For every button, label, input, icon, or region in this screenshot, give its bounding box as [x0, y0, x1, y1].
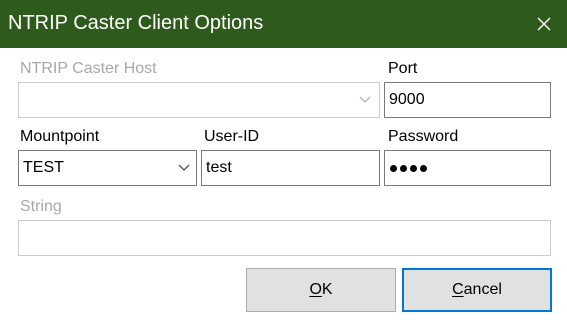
title-bar: NTRIP Caster Client Options [0, 0, 567, 48]
cancel-button[interactable]: Cancel [402, 268, 552, 312]
port-input[interactable]: 9000 [384, 82, 551, 118]
userid-value: test [206, 159, 232, 176]
string-label: String [20, 198, 62, 215]
password-dot [390, 165, 397, 172]
mountpoint-value: TEST [23, 159, 64, 176]
close-button[interactable] [521, 0, 567, 48]
string-input[interactable] [18, 220, 551, 256]
port-value: 9000 [389, 91, 425, 108]
mountpoint-combobox[interactable]: TEST [18, 150, 197, 186]
userid-input[interactable]: test [201, 150, 380, 186]
window-title: NTRIP Caster Client Options [8, 12, 264, 34]
cancel-mnemonic: C [452, 281, 464, 298]
close-icon [537, 17, 551, 31]
password-mask [390, 165, 427, 172]
port-label: Port [388, 60, 418, 77]
password-dot [420, 165, 427, 172]
ok-mnemonic: O [309, 281, 322, 298]
password-input[interactable] [384, 150, 551, 186]
password-dot [410, 165, 417, 172]
ok-button[interactable]: OK [246, 268, 396, 312]
cancel-label-rest: ancel [463, 281, 502, 298]
chevron-down-icon[interactable] [174, 151, 194, 185]
mountpoint-label: Mountpoint [20, 128, 100, 145]
password-dot [400, 165, 407, 172]
host-label: NTRIP Caster Host [20, 60, 157, 77]
password-label: Password [388, 128, 459, 145]
chevron-down-icon[interactable] [355, 83, 375, 117]
userid-label: User-ID [204, 128, 260, 145]
ok-label-rest: K [321, 281, 333, 298]
host-combobox[interactable] [18, 82, 380, 118]
